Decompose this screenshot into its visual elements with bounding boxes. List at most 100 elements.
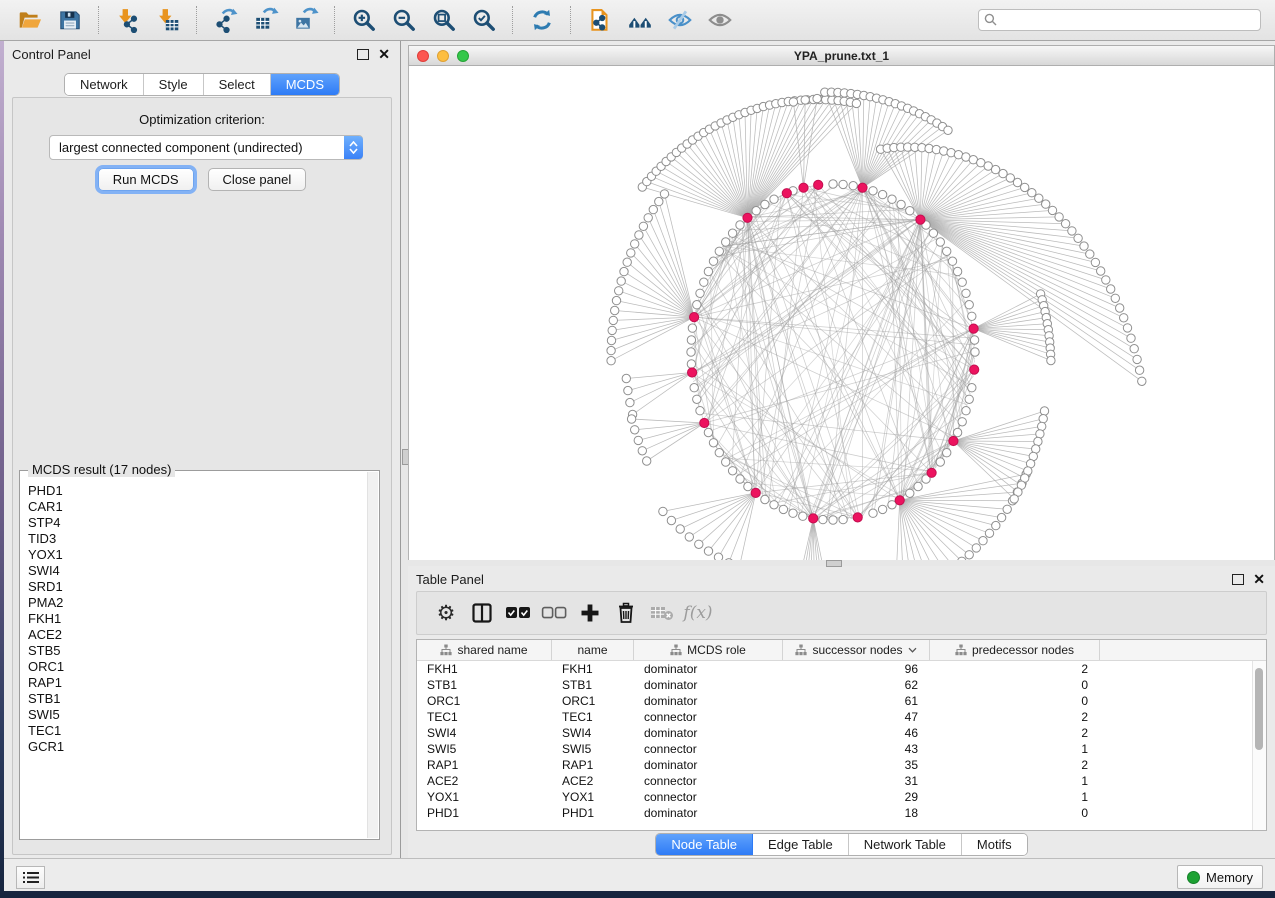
mcds-result-item[interactable]: SRD1 [28, 579, 367, 595]
binoculars-icon[interactable] [623, 5, 657, 35]
network-hub-node[interactable] [751, 488, 760, 497]
network-leaf-node[interactable] [1074, 234, 1082, 242]
network-leaf-node[interactable] [627, 415, 635, 423]
network-leaf-node[interactable] [607, 346, 615, 354]
network-leaf-node[interactable] [1116, 304, 1124, 312]
network-node[interactable] [799, 512, 807, 520]
cell-mcds_role[interactable]: connector [634, 774, 783, 788]
network-node[interactable] [728, 229, 736, 237]
network-hub-node[interactable] [969, 324, 978, 333]
tab-mcds[interactable]: MCDS [271, 74, 339, 95]
cell-predecessor_nodes[interactable]: 1 [930, 774, 1100, 788]
table-row[interactable]: YOX1YOX1connector291 [417, 789, 1266, 805]
cell-mcds_role[interactable]: connector [634, 742, 783, 756]
network-leaf-node[interactable] [607, 336, 615, 344]
network-leaf-node[interactable] [609, 316, 617, 324]
network-node[interactable] [953, 267, 961, 275]
table-tab-node-table[interactable]: Node Table [656, 834, 753, 855]
cell-predecessor_nodes[interactable]: 0 [930, 694, 1100, 708]
table-row[interactable]: PHD1PHD1dominator180 [417, 805, 1266, 821]
network-leaf-node[interactable] [979, 537, 987, 545]
column-header-shared-name[interactable]: shared name [417, 640, 552, 660]
network-leaf-node[interactable] [611, 306, 619, 314]
settings-icon[interactable]: ⚙ [431, 598, 461, 628]
save-icon[interactable] [53, 5, 87, 35]
network-hub-node[interactable] [970, 365, 979, 374]
network-leaf-node[interactable] [1068, 227, 1076, 235]
network-leaf-node[interactable] [972, 544, 980, 552]
table-scrollbar-thumb[interactable] [1255, 668, 1263, 750]
network-leaf-node[interactable] [944, 126, 952, 134]
network-node[interactable] [704, 428, 712, 436]
network-node[interactable] [968, 312, 976, 320]
search-input[interactable] [978, 9, 1261, 31]
network-hub-node[interactable] [895, 496, 904, 505]
unselect-all-icon[interactable] [539, 598, 569, 628]
network-leaf-node[interactable] [1040, 407, 1048, 415]
network-node[interactable] [696, 407, 704, 415]
table-row[interactable]: STB1STB1dominator620 [417, 677, 1266, 693]
mcds-result-item[interactable]: CAR1 [28, 499, 367, 515]
network-node[interactable] [968, 384, 976, 392]
cell-successor_nodes[interactable]: 46 [783, 726, 930, 740]
table-row[interactable]: ACE2ACE2connector311 [417, 773, 1266, 789]
network-leaf-node[interactable] [676, 525, 684, 533]
network-leaf-node[interactable] [667, 516, 675, 524]
network-hub-node[interactable] [809, 514, 818, 523]
cell-name[interactable]: SWI4 [552, 726, 634, 740]
cell-successor_nodes[interactable]: 62 [783, 678, 930, 692]
import-network-icon[interactable] [111, 5, 145, 35]
network-leaf-node[interactable] [685, 533, 693, 541]
network-leaf-node[interactable] [627, 249, 635, 257]
cell-name[interactable]: YOX1 [552, 790, 634, 804]
network-node[interactable] [962, 289, 970, 297]
network-hub-node[interactable] [743, 213, 752, 222]
table-tab-network-table[interactable]: Network Table [849, 834, 962, 855]
network-node[interactable] [958, 278, 966, 286]
cell-predecessor_nodes[interactable]: 1 [930, 790, 1100, 804]
mcds-result-item[interactable]: ORC1 [28, 659, 367, 675]
network-leaf-node[interactable] [1120, 314, 1128, 322]
network-leaf-node[interactable] [631, 240, 639, 248]
float-table-panel-icon[interactable] [1232, 574, 1244, 585]
share-document-icon[interactable] [583, 5, 617, 35]
network-leaf-node[interactable] [639, 222, 647, 230]
export-table-icon[interactable] [249, 5, 283, 35]
network-node[interactable] [761, 495, 769, 503]
network-leaf-node[interactable] [1111, 294, 1119, 302]
network-node[interactable] [688, 324, 696, 332]
network-hub-node[interactable] [700, 418, 709, 427]
cell-name[interactable]: RAP1 [552, 758, 634, 772]
network-node[interactable] [869, 509, 877, 517]
network-leaf-node[interactable] [620, 267, 628, 275]
network-node[interactable] [715, 449, 723, 457]
cell-mcds_role[interactable]: dominator [634, 694, 783, 708]
mcds-result-item[interactable]: SWI4 [28, 563, 367, 579]
network-node[interactable] [897, 200, 905, 208]
network-leaf-node[interactable] [704, 547, 712, 555]
network-leaf-node[interactable] [615, 287, 623, 295]
network-leaf-node[interactable] [660, 190, 668, 198]
cell-shared_name[interactable]: ORC1 [417, 694, 552, 708]
table-row[interactable]: TEC1TEC1connector472 [417, 709, 1266, 725]
network-node[interactable] [722, 458, 730, 466]
network-leaf-node[interactable] [1035, 194, 1043, 202]
status-menu-button[interactable] [16, 866, 45, 889]
network-node[interactable] [958, 418, 966, 426]
zoom-fit-icon[interactable] [427, 5, 461, 35]
network-leaf-node[interactable] [997, 513, 1005, 521]
table-row[interactable]: RAP1RAP1dominator352 [417, 757, 1266, 773]
cell-predecessor_nodes[interactable]: 2 [930, 758, 1100, 772]
network-node[interactable] [936, 458, 944, 466]
network-node[interactable] [869, 187, 877, 195]
network-node[interactable] [914, 482, 922, 490]
network-node[interactable] [970, 336, 978, 344]
open-icon[interactable] [13, 5, 47, 35]
network-leaf-node[interactable] [1028, 189, 1036, 197]
network-node[interactable] [965, 395, 973, 403]
mcds-result-item[interactable]: SWI5 [28, 707, 367, 723]
network-node[interactable] [906, 489, 914, 497]
columns-icon[interactable] [467, 598, 497, 628]
tab-select[interactable]: Select [204, 74, 271, 95]
eye-icon[interactable] [703, 5, 737, 35]
